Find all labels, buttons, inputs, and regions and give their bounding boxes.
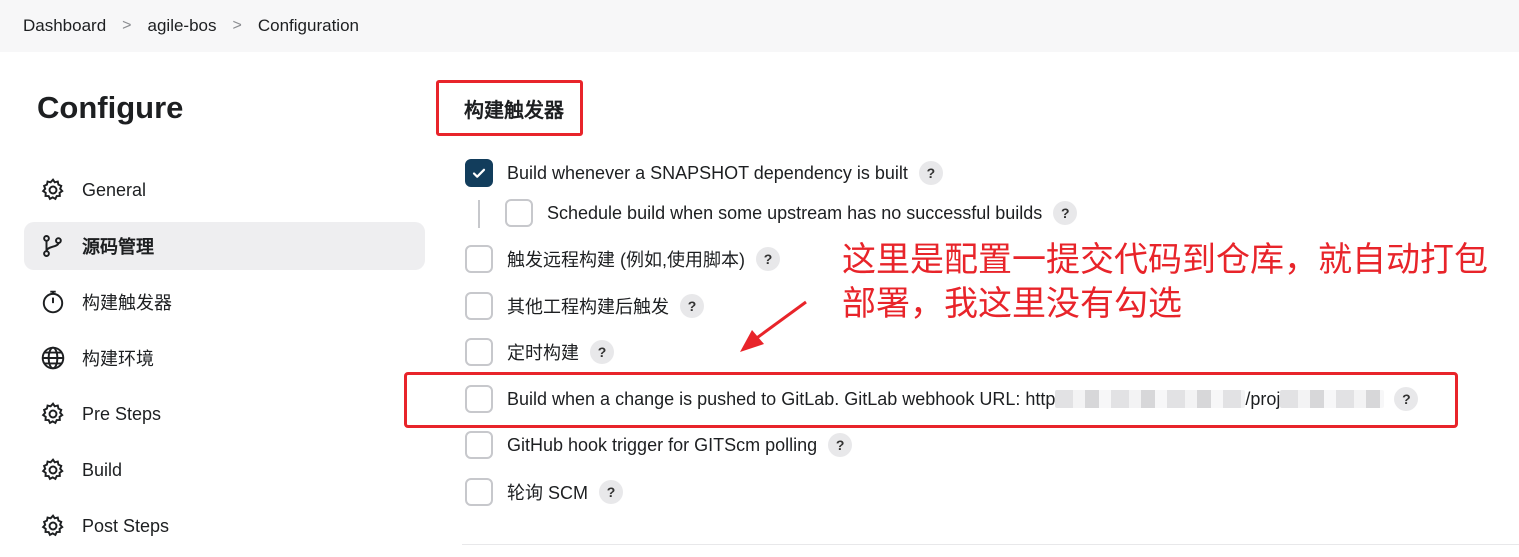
option-after-other-projects: 其他工程构建后触发 ? bbox=[465, 292, 704, 320]
checkbox[interactable] bbox=[505, 199, 533, 227]
breadcrumb: Dashboard > agile-bos > Configuration bbox=[0, 0, 1519, 52]
gear-icon bbox=[40, 401, 66, 427]
annotation-arrow-icon bbox=[740, 300, 807, 352]
git-branch-icon bbox=[40, 233, 66, 259]
help-icon[interactable]: ? bbox=[1053, 201, 1078, 225]
sidebar-item-pre-steps[interactable]: Pre Steps bbox=[24, 390, 425, 438]
timer-icon bbox=[40, 289, 66, 315]
help-icon[interactable]: ? bbox=[590, 340, 614, 364]
option-label: Schedule build when some upstream has no… bbox=[547, 202, 1043, 223]
redacted-url-part bbox=[1055, 390, 1246, 408]
breadcrumb-project[interactable]: agile-bos bbox=[148, 16, 217, 36]
option-gitlab-push: Build when a change is pushed to GitLab.… bbox=[465, 385, 1419, 413]
breadcrumb-configuration[interactable]: Configuration bbox=[258, 16, 359, 36]
option-label: 其他工程构建后触发 bbox=[507, 297, 669, 317]
option-label: 触发远程构建 (例如,使用脚本) bbox=[507, 250, 745, 270]
option-label: Build whenever a SNAPSHOT dependency is … bbox=[507, 162, 908, 183]
sidebar-item-build[interactable]: Build bbox=[24, 446, 425, 494]
checkbox[interactable] bbox=[465, 292, 493, 320]
sidebar-item-scm[interactable]: 源码管理 bbox=[24, 222, 425, 270]
nested-indicator bbox=[478, 200, 480, 228]
sidebar-item-label: 源码管理 bbox=[82, 237, 154, 257]
option-label: GitHub hook trigger for GITScm polling bbox=[507, 434, 818, 455]
checkbox[interactable] bbox=[465, 245, 493, 273]
help-icon[interactable]: ? bbox=[599, 480, 623, 504]
sidebar-item-label: General bbox=[82, 179, 147, 200]
sidebar: General 源码管理 构建触发器 构建环境 Pre Steps Build bbox=[24, 166, 425, 557]
checkbox[interactable] bbox=[465, 338, 493, 366]
gear-icon bbox=[40, 177, 66, 203]
breadcrumb-dashboard[interactable]: Dashboard bbox=[23, 16, 106, 36]
sidebar-item-label: Post Steps bbox=[82, 515, 170, 536]
help-icon[interactable]: ? bbox=[918, 161, 943, 185]
option-snapshot-dependency: Build whenever a SNAPSHOT dependency is … bbox=[465, 159, 943, 187]
help-icon[interactable]: ? bbox=[1394, 387, 1419, 411]
annotation-text: 这里是配置一提交代码到仓库，就自动打包部署，我这里没有勾选 bbox=[842, 240, 1488, 324]
sidebar-item-label: Build bbox=[82, 459, 123, 480]
checkbox[interactable] bbox=[465, 431, 493, 459]
redacted-url-part bbox=[1280, 390, 1385, 408]
chevron-right-icon: > bbox=[232, 17, 242, 34]
chevron-right-icon: > bbox=[122, 17, 132, 34]
gear-icon bbox=[40, 513, 66, 539]
option-github-hook: GitHub hook trigger for GITScm polling ? bbox=[465, 431, 853, 459]
divider bbox=[462, 544, 1519, 545]
checkbox[interactable] bbox=[465, 385, 493, 413]
check-icon bbox=[472, 168, 486, 178]
option-label: 定时构建 bbox=[507, 343, 579, 363]
page-title: Configure bbox=[37, 90, 184, 125]
option-periodic-build: 定时构建 ? bbox=[465, 338, 614, 366]
sidebar-item-post-steps[interactable]: Post Steps bbox=[24, 502, 425, 550]
checkbox[interactable] bbox=[465, 478, 493, 506]
sidebar-item-label: 构建触发器 bbox=[82, 293, 172, 313]
help-icon[interactable]: ? bbox=[756, 247, 780, 271]
sidebar-item-build-environment[interactable]: 构建环境 bbox=[24, 334, 425, 382]
sidebar-item-label: Pre Steps bbox=[82, 403, 162, 424]
gear-icon bbox=[40, 457, 66, 483]
help-icon[interactable]: ? bbox=[680, 294, 704, 318]
sidebar-item-general[interactable]: General bbox=[24, 166, 425, 214]
option-schedule-upstream: Schedule build when some upstream has no… bbox=[505, 199, 1078, 227]
globe-icon bbox=[40, 345, 66, 371]
option-label: 轮询 SCM bbox=[507, 483, 588, 503]
checkbox[interactable] bbox=[465, 159, 493, 187]
option-label: Build when a change is pushed to GitLab.… bbox=[507, 388, 1056, 409]
sidebar-item-label: 构建环境 bbox=[82, 349, 154, 369]
sidebar-item-build-triggers[interactable]: 构建触发器 bbox=[24, 278, 425, 326]
help-icon[interactable]: ? bbox=[828, 433, 853, 457]
option-label-url: /proj bbox=[1245, 388, 1281, 409]
section-title: 构建触发器 bbox=[464, 100, 564, 122]
option-remote-trigger: 触发远程构建 (例如,使用脚本) ? bbox=[465, 245, 780, 273]
option-poll-scm: 轮询 SCM ? bbox=[465, 478, 623, 506]
